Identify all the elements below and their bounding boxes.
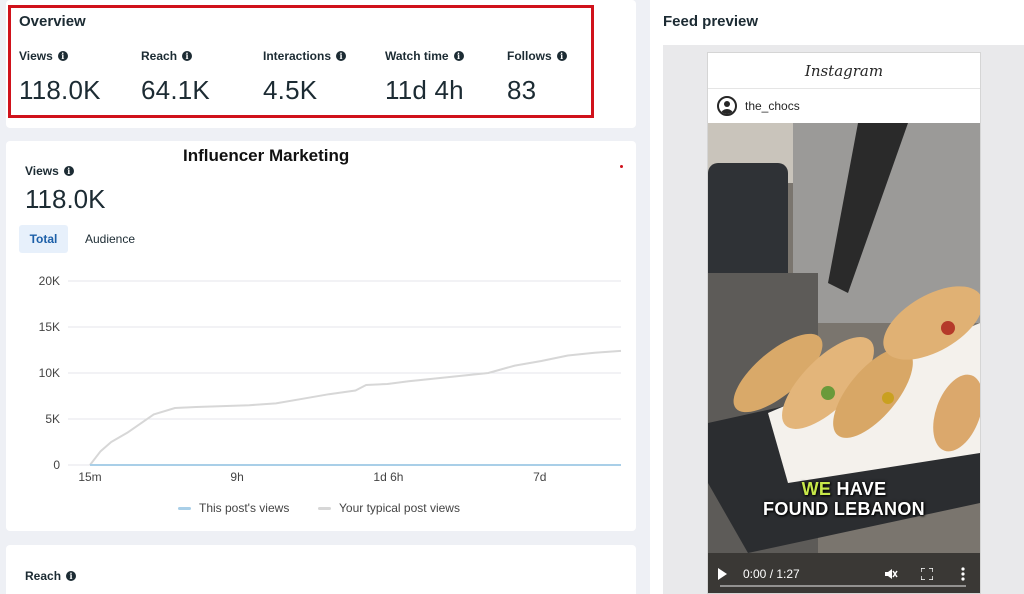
views-chart-card: Influencer Marketing Views i 118.0K Tota…: [6, 141, 636, 531]
x-tick-label: 1d 6h: [373, 470, 403, 484]
legend-label: Your typical post views: [339, 501, 460, 515]
video-time: 0:00 / 1:27: [743, 567, 800, 581]
metric-views[interactable]: Views i 118.0K: [19, 48, 101, 106]
info-icon[interactable]: i: [66, 571, 77, 581]
reach-label: Reach i: [25, 569, 77, 583]
y-tick-label: 10K: [39, 366, 60, 380]
metric-interactions[interactable]: Interactions i 4.5K: [263, 48, 347, 106]
video-player[interactable]: WE HAVE FOUND LEBANON 0:00 / 1:27: [708, 123, 980, 593]
metric-reach[interactable]: Reach i 64.1K: [141, 48, 210, 106]
fullscreen-icon[interactable]: [920, 567, 934, 581]
info-icon[interactable]: i: [453, 51, 464, 61]
info-icon[interactable]: i: [57, 51, 68, 61]
avatar-icon: [717, 95, 737, 116]
y-tick-label: 0: [53, 458, 60, 472]
legend-swatch: [178, 506, 191, 510]
metric-watch-time[interactable]: Watch time i 11d 4h: [385, 48, 464, 106]
overview-title: Overview: [19, 13, 86, 30]
metric-value: 83: [507, 75, 537, 105]
legend-label: This post's views: [199, 501, 290, 515]
video-controls: 0:00 / 1:27: [708, 553, 980, 593]
metric-label: Reach: [141, 49, 178, 63]
video-caption-line1: WE HAVE: [801, 479, 887, 499]
legend-this-post[interactable]: This post's views: [178, 501, 289, 515]
info-icon[interactable]: i: [182, 51, 193, 61]
play-icon[interactable]: [718, 568, 727, 580]
metric-follows[interactable]: Follows i 83: [507, 48, 567, 106]
post-author[interactable]: the_chocs: [708, 89, 980, 122]
y-tick-label: 20K: [39, 274, 60, 288]
views-line-chart: 0 5K 10K 15K 20K 15m 9h 1d 6h 7d: [39, 274, 622, 484]
metric-label: Views: [19, 49, 53, 63]
metric-label: Interactions: [263, 49, 332, 63]
metric-value: 118.0K: [19, 75, 101, 105]
metric-label: Follows: [507, 49, 552, 63]
y-tick-label: 5K: [45, 412, 60, 426]
y-tick-label: 15K: [39, 320, 60, 334]
instagram-logo: Instagram: [708, 53, 980, 89]
x-tick-label: 7d: [533, 470, 546, 484]
legend-swatch: [318, 506, 331, 510]
video-caption-line2: FOUND LEBANON: [763, 499, 925, 519]
feed-preview-title: Feed preview: [663, 13, 759, 30]
video-frame-image: [708, 123, 980, 593]
x-tick-label: 15m: [78, 470, 101, 484]
mute-icon[interactable]: [884, 567, 898, 581]
more-vertical-icon[interactable]: [956, 567, 970, 581]
metric-value: 11d 4h: [385, 75, 464, 105]
x-tick-label: 9h: [230, 470, 243, 484]
username: the_chocs: [745, 98, 800, 113]
reach-card: Reach i: [6, 545, 636, 594]
info-icon[interactable]: i: [336, 51, 347, 61]
series-line-your-typical-post-views: [89, 349, 622, 466]
metric-value: 4.5K: [263, 75, 318, 105]
reach-label-text: Reach: [25, 569, 62, 583]
metric-label: Watch time: [385, 49, 449, 63]
instagram-post-preview: Instagram the_chocs WE HAVE FOUND LEBANO…: [707, 52, 981, 594]
metric-value: 64.1K: [141, 75, 210, 105]
legend-typical-post[interactable]: Your typical post views: [318, 501, 460, 515]
video-progress-bar[interactable]: [720, 585, 966, 587]
info-icon[interactable]: i: [556, 51, 567, 61]
